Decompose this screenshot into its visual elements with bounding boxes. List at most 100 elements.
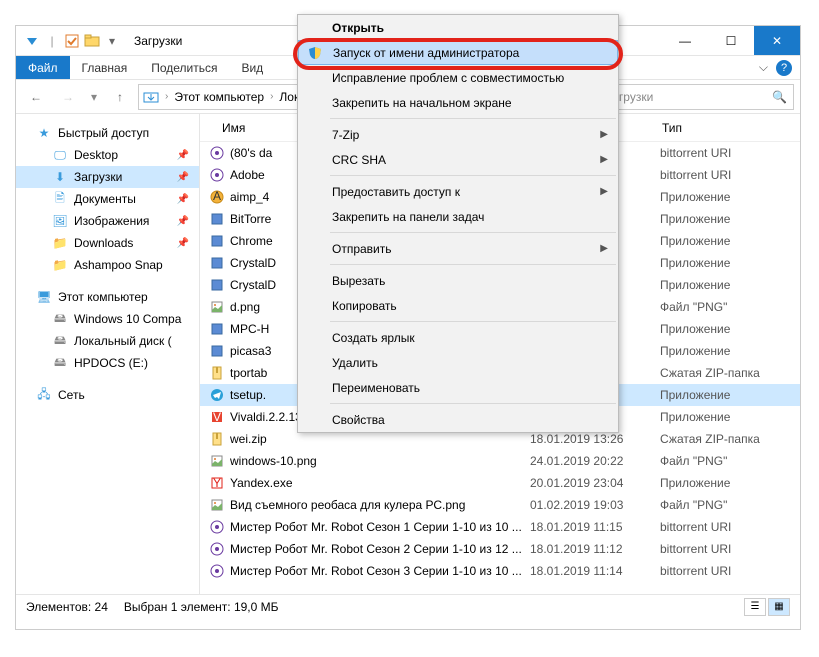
sidebar-item-label: Быстрый доступ (58, 126, 149, 140)
sidebar-item-win10[interactable]: 🖴Windows 10 Compa (16, 308, 199, 330)
drive-icon: 🖴 (52, 333, 68, 349)
tab-share[interactable]: Поделиться (139, 56, 229, 79)
file-icon: Y (208, 474, 226, 492)
file-date: 18.01.2019 13:26 (530, 432, 660, 446)
file-icon (208, 210, 226, 228)
pin-icon: 📌 (177, 172, 189, 183)
expand-ribbon-icon[interactable]: ⌵ (759, 60, 768, 75)
sidebar-item-label: Downloads (74, 236, 133, 250)
file-icon (208, 364, 226, 382)
menu-separator (330, 403, 616, 404)
file-type: Приложение (660, 190, 800, 204)
checkbox-icon[interactable] (64, 33, 80, 49)
menu-properties[interactable]: Свойства (298, 407, 618, 432)
menu-shortcut[interactable]: Создать ярлык (298, 325, 618, 350)
menu-copy[interactable]: Копировать (298, 293, 618, 318)
submenu-arrow-icon: ▶ (600, 154, 608, 165)
status-bar: Элементов: 24 Выбран 1 элемент: 19,0 МБ … (16, 594, 800, 618)
minimize-button[interactable]: ― (662, 26, 708, 55)
file-type: Приложение (660, 212, 800, 226)
forward-button[interactable]: → (54, 84, 82, 110)
file-icon (208, 320, 226, 338)
tab-view[interactable]: Вид (229, 56, 275, 79)
file-row[interactable]: Вид съемного реобаса для кулера РС.png01… (200, 494, 800, 516)
tab-home[interactable]: Главная (70, 56, 140, 79)
file-name: Мистер Робот Mr. Robot Сезон 1 Серии 1-1… (230, 520, 530, 534)
file-type: Сжатая ZIP-папка (660, 366, 800, 380)
file-row[interactable]: Мистер Робот Mr. Robot Сезон 2 Серии 1-1… (200, 538, 800, 560)
up-button[interactable]: ↑ (106, 84, 134, 110)
file-icon: V (208, 408, 226, 426)
sidebar-item-localdisk[interactable]: 🖴 Локальный диск ( (16, 330, 199, 352)
down-arrow-icon[interactable] (24, 33, 40, 49)
chevron-icon[interactable]: › (270, 91, 273, 102)
sidebar-item-pictures[interactable]: 🖼Изображения📌 (16, 210, 199, 232)
sidebar-item-label: Загрузки (74, 170, 122, 184)
menu-run-as-admin[interactable]: Запуск от имени администратора (298, 40, 618, 65)
file-icon (208, 166, 226, 184)
file-type: Файл "PNG" (660, 498, 800, 512)
close-button[interactable]: ✕ (754, 26, 800, 55)
menu-share-access[interactable]: Предоставить доступ к▶ (298, 179, 618, 204)
svg-text:A: A (213, 190, 221, 203)
view-details-button[interactable]: ☰ (744, 598, 766, 616)
divider-icon: | (44, 33, 60, 49)
file-type: Файл "PNG" (660, 454, 800, 468)
qat-dropdown-icon[interactable]: ▾ (104, 33, 120, 49)
menu-pin-start[interactable]: Закрепить на начальном экране (298, 90, 618, 115)
menu-send-to[interactable]: Отправить▶ (298, 236, 618, 261)
sidebar-item-label: Изображения (74, 214, 149, 228)
file-name: Мистер Робот Mr. Robot Сезон 2 Серии 1-1… (230, 542, 530, 556)
view-buttons: ☰ ▦ (744, 598, 790, 616)
menu-crcsha[interactable]: CRC SHA▶ (298, 147, 618, 172)
sidebar-network[interactable]: 🖧Сеть (16, 384, 199, 406)
view-icons-button[interactable]: ▦ (768, 598, 790, 616)
sidebar-item-label: Desktop (74, 148, 118, 162)
file-icon (208, 342, 226, 360)
menu-open[interactable]: Открыть (298, 15, 618, 40)
file-type: bittorrent URI (660, 542, 800, 556)
file-row[interactable]: YYandex.exe20.01.2019 23:04Приложение (200, 472, 800, 494)
file-type: Сжатая ZIP-папка (660, 432, 800, 446)
context-menu: Открыть Запуск от имени администратора И… (297, 14, 619, 433)
maximize-button[interactable]: ☐ (708, 26, 754, 55)
status-selection: Выбран 1 элемент: 19,0 МБ (124, 600, 279, 614)
search-icon: 🔍 (772, 90, 787, 104)
column-type[interactable]: Тип (662, 121, 800, 135)
sidebar-item-documents[interactable]: 🖹Документы📌 (16, 188, 199, 210)
sidebar-item-downloads[interactable]: ⬇ Загрузки 📌 (16, 166, 199, 188)
recent-dropdown[interactable]: ▾ (86, 84, 102, 110)
file-row[interactable]: Мистер Робот Mr. Robot Сезон 1 Серии 1-1… (200, 516, 800, 538)
file-date: 18.01.2019 11:14 (530, 564, 660, 578)
document-icon: 🖹 (52, 191, 68, 207)
sidebar-item-downloads-en[interactable]: 📁Downloads📌 (16, 232, 199, 254)
sidebar-item-label: Ashampoo Snap (74, 258, 163, 272)
menu-delete[interactable]: Удалить (298, 350, 618, 375)
search-input[interactable]: Загрузки 🔍 (598, 84, 794, 110)
menu-rename[interactable]: Переименовать (298, 375, 618, 400)
sidebar-item-desktop[interactable]: 🖵Desktop📌 (16, 144, 199, 166)
folder-icon: 📁 (52, 235, 68, 251)
help-icon[interactable]: ? (776, 60, 792, 76)
file-row[interactable]: Мистер Робот Mr. Robot Сезон 3 Серии 1-1… (200, 560, 800, 582)
sidebar-item-label: Локальный диск ( (74, 334, 172, 348)
sidebar-quick-access[interactable]: ★Быстрый доступ (16, 122, 199, 144)
sidebar-item-ashampoo[interactable]: 📁Ashampoo Snap (16, 254, 199, 276)
file-name: Мистер Робот Mr. Robot Сезон 3 Серии 1-1… (230, 564, 530, 578)
menu-separator (330, 264, 616, 265)
file-icon (208, 254, 226, 272)
sidebar-this-pc[interactable]: 🖥Этот компьютер (16, 286, 199, 308)
folder-icon[interactable] (84, 33, 100, 49)
menu-pin-taskbar[interactable]: Закрепить на панели задач (298, 204, 618, 229)
menu-compat[interactable]: Исправление проблем с совместимостью (298, 65, 618, 90)
file-type: Приложение (660, 234, 800, 248)
sidebar-item-hpdocs[interactable]: 🖴HPDOCS (E:) (16, 352, 199, 374)
tab-file[interactable]: Файл (16, 56, 70, 79)
chevron-icon[interactable]: › (165, 91, 168, 102)
download-icon: ⬇ (52, 169, 68, 185)
path-seg-1[interactable]: Этот компьютер (174, 90, 264, 104)
back-button[interactable]: ← (22, 84, 50, 110)
menu-cut[interactable]: Вырезать (298, 268, 618, 293)
menu-7zip[interactable]: 7-Zip▶ (298, 122, 618, 147)
file-row[interactable]: windows-10.png24.01.2019 20:22Файл "PNG" (200, 450, 800, 472)
